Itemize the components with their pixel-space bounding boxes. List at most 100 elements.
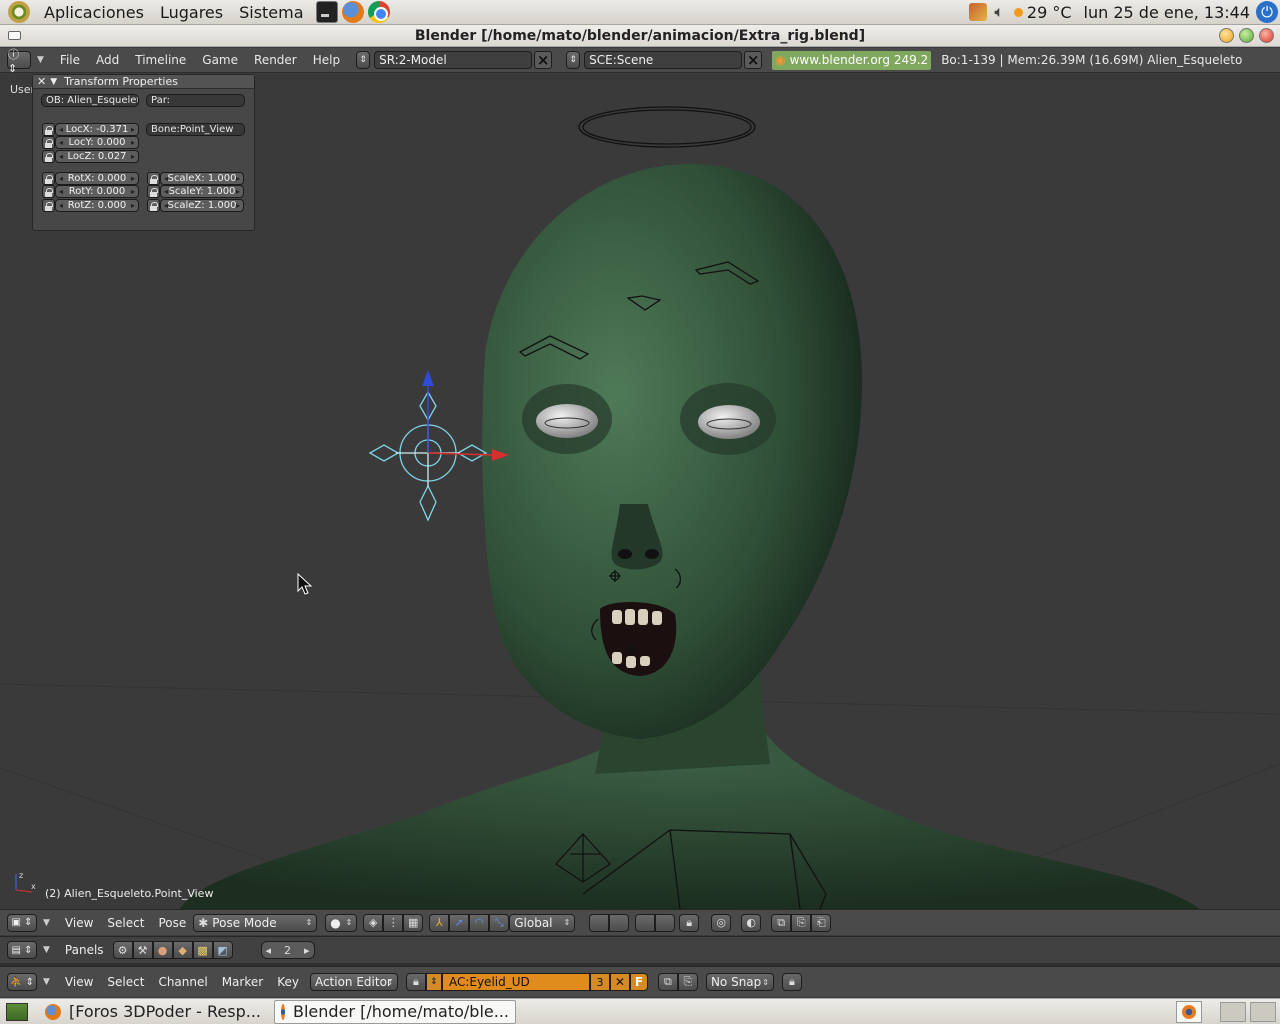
action-browse-button[interactable]: ⇕ [425,973,442,991]
task-blender[interactable]: Blender [/home/mato/ble... [274,999,516,1024]
terminal-launcher-icon[interactable] [315,1,338,23]
screen-field[interactable]: SR:2-Model [374,51,533,69]
rotz-field[interactable]: RotZ: 0.000 [55,199,139,212]
lock-locz-icon[interactable] [42,150,55,163]
panels-menu[interactable]: Panels [58,943,111,957]
lock-rotz-icon[interactable] [42,199,55,212]
scene-field[interactable]: SCE:Scene [584,51,743,69]
translate-icon[interactable]: ➚ [449,913,470,932]
temperature-label[interactable]: 29 °C [1027,3,1072,22]
lock-rotx-icon[interactable] [42,172,55,185]
weather-sun-icon[interactable] [1013,7,1023,17]
bone-name-field[interactable]: Bone:Point_View [146,123,245,136]
pin-lock-icon[interactable]: 🔒︎ [405,973,426,991]
info-editor-type-button[interactable]: ⓘ ⇕ [7,48,31,75]
gnome-foot-icon[interactable] [8,1,30,23]
fake-user-button[interactable]: F [629,973,648,991]
power-icon[interactable]: ⏻ [1256,1,1278,23]
menu-timeline[interactable]: Timeline [127,53,194,67]
snap-select[interactable]: No Snap ⇕ [705,973,774,991]
paste-keys-icon[interactable]: ⎘ [677,973,698,991]
scale-icon[interactable]: ⤡ [489,913,510,932]
panel-collapse-icon[interactable]: ▼ [50,77,57,87]
decrement-arrow-icon[interactable]: ◂ [266,944,272,957]
paste-flipped-pose-icon[interactable]: ⎗ [811,913,832,932]
mode-select[interactable]: ✱ Pose Mode ⇕ [193,913,318,932]
3d-viewport[interactable]: User ✕ ▼ Transform Properties OB: Alien_… [0,74,1280,909]
transform-properties-panel[interactable]: ✕ ▼ Transform Properties OB: Alien_Esque… [32,74,255,231]
orientation-select[interactable]: Global ⇕ [509,913,576,932]
copy-pose-icon[interactable]: ⧉ [771,913,792,932]
rotate-icon[interactable]: ◠ [469,913,490,932]
logic-context-icon[interactable]: ⚙ [112,941,133,959]
notification-app-icon[interactable] [969,3,988,21]
task-firefox[interactable]: [Foros 3DPoder - Resp... [38,1000,274,1024]
menu-file[interactable]: File [52,53,88,67]
blender-version-link[interactable]: ◉ www.blender.org 249.2 [772,50,932,70]
scene-delete-button[interactable]: × [744,51,763,69]
pivot-icon[interactable]: ◈ [363,913,384,932]
menu-game[interactable]: Game [194,53,246,67]
volume-icon[interactable]: 🔈︎ [994,2,1004,22]
show-desktop-icon[interactable] [6,1002,28,1021]
menu-add[interactable]: Add [88,53,127,67]
pose-relax-icon[interactable]: ◎ [711,913,732,932]
menu-marker[interactable]: Marker [215,975,270,989]
firefox-launcher-icon[interactable] [341,1,364,23]
shading-context-icon[interactable]: ● [152,941,173,959]
lock-roty-icon[interactable] [42,185,55,198]
script-context-icon[interactable]: ⚒ [132,941,153,959]
editing-context-icon[interactable]: ▩ [192,941,213,959]
menu-select[interactable]: Select [100,916,151,930]
collapse-menu-icon[interactable]: ▼ [37,55,44,65]
grid-toggle-icon[interactable]: ▦ [403,913,424,932]
lock-layers-icon[interactable]: 🔒︎ [679,913,700,932]
panel-close-icon[interactable]: ✕ [37,75,46,88]
buttons-editor-type-button[interactable]: ▤ ⇕ [7,941,37,959]
window-menu-icon[interactable] [8,31,21,40]
action-name-field[interactable]: AC:Eyelid_UD [441,973,590,991]
menu-sistema[interactable]: Sistema [231,0,311,25]
workspace-switcher-2[interactable] [1250,1001,1276,1022]
scene-context-icon[interactable]: ◩ [212,941,233,959]
manipulator-icon[interactable]: ⅄ [429,913,450,932]
menu-pose[interactable]: Pose [151,916,193,930]
chrome-launcher-icon[interactable] [367,1,390,23]
minimize-button[interactable] [1219,28,1234,43]
panel-header[interactable]: ✕ ▼ Transform Properties [33,75,254,89]
maximize-button[interactable] [1239,28,1254,43]
action-editor-type-button[interactable]: ⛹ ⇕ [7,973,37,991]
blender-tray-icon[interactable] [1176,1000,1202,1023]
render-preview-icon[interactable]: ◐ [741,913,762,932]
screen-delete-button[interactable]: × [534,51,553,69]
lock-scalez-icon[interactable] [147,199,160,212]
workspace-switcher-1[interactable] [1220,1001,1246,1022]
menu-view[interactable]: View [58,975,100,989]
layer-icon[interactable] [635,913,656,932]
lock-scaley-icon[interactable] [147,185,160,198]
menu-help[interactable]: Help [305,53,348,67]
draw-type-select[interactable]: ● ⇕ [325,913,358,932]
collapse-menu-icon[interactable]: ▼ [43,977,50,987]
action-users-count[interactable]: 3 [589,973,610,991]
locz-field[interactable]: LocZ: 0.027 [55,150,139,163]
layer-icon[interactable] [589,913,610,932]
scene-browse-button[interactable]: ⇕ [566,51,581,69]
roty-field[interactable]: RotY: 0.000 [55,185,139,198]
copy-keys-icon[interactable]: ⧉ [657,973,678,991]
lock-locx-icon[interactable] [42,123,55,136]
menu-render[interactable]: Render [246,53,305,67]
scalez-field[interactable]: ScaleZ: 1.000 [160,199,244,212]
lock-scalex-icon[interactable] [147,172,160,185]
rotx-field[interactable]: RotX: 0.000 [55,172,139,185]
object-context-icon[interactable]: ◆ [172,941,193,959]
layers-icon[interactable]: ⋮ [383,913,404,932]
collapse-menu-icon[interactable]: ▼ [43,945,50,955]
scaley-field[interactable]: ScaleY: 1.000 [160,185,244,198]
parent-field[interactable]: Par: [146,94,245,107]
increment-arrow-icon[interactable]: ▸ [304,944,310,957]
scalex-field[interactable]: ScaleX: 1.000 [160,172,244,185]
locy-field[interactable]: LocY: 0.000 [55,136,139,149]
lock-locy-icon[interactable] [42,136,55,149]
close-button[interactable] [1259,28,1274,43]
